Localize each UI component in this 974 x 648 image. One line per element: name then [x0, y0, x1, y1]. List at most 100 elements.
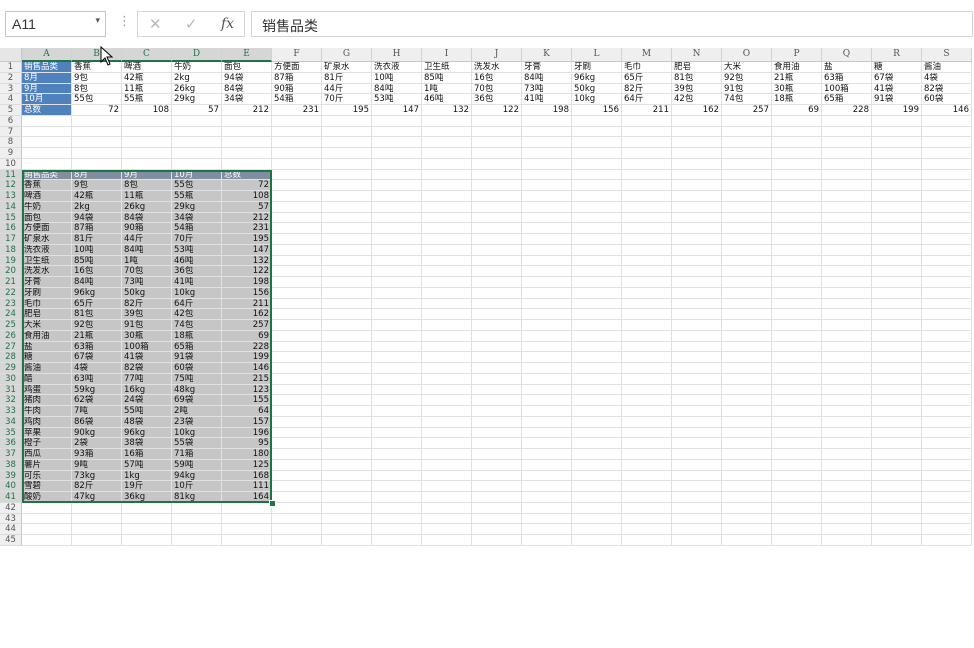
empty-cell[interactable]	[272, 395, 322, 406]
empty-cell[interactable]	[572, 191, 622, 202]
empty-cell[interactable]	[522, 406, 572, 417]
empty-cell[interactable]	[422, 309, 472, 320]
empty-cell[interactable]	[572, 234, 622, 245]
cell-p1[interactable]: 食用油	[772, 62, 822, 73]
empty-cell[interactable]	[822, 459, 872, 471]
empty-cell[interactable]	[472, 255, 522, 267]
cell-f2[interactable]: 87箱	[272, 72, 322, 84]
empty-cell[interactable]	[572, 406, 622, 417]
cell-l1[interactable]: 牙刷	[572, 62, 622, 73]
empty-cell[interactable]	[922, 459, 972, 471]
cell-k1[interactable]: 牙膏	[522, 62, 572, 73]
cell-c37[interactable]: 16箱	[122, 449, 172, 460]
empty-cell[interactable]	[522, 438, 572, 449]
empty-cell[interactable]	[772, 513, 822, 525]
empty-cell[interactable]	[672, 373, 722, 385]
empty-cell[interactable]	[122, 148, 172, 159]
empty-cell[interactable]	[722, 158, 772, 170]
empty-cell[interactable]	[572, 513, 622, 525]
empty-cell[interactable]	[272, 126, 322, 138]
empty-cell[interactable]	[272, 115, 322, 127]
empty-cell[interactable]	[822, 330, 872, 342]
empty-cell[interactable]	[272, 234, 322, 245]
row-header-21[interactable]: 21	[0, 277, 22, 288]
cell-k3[interactable]: 73吨	[522, 83, 572, 95]
empty-cell[interactable]	[672, 309, 722, 320]
cell-d28[interactable]: 91袋	[172, 352, 222, 363]
cell-d13[interactable]: 55瓶	[172, 191, 222, 202]
cell-a35[interactable]: 苹果	[22, 427, 72, 439]
empty-cell[interactable]	[572, 395, 622, 406]
empty-cell[interactable]	[522, 459, 572, 471]
empty-cell[interactable]	[672, 492, 722, 503]
row-header-41[interactable]: 41	[0, 492, 22, 503]
empty-cell[interactable]	[372, 341, 422, 353]
empty-cell[interactable]	[822, 470, 872, 482]
empty-cell[interactable]	[622, 169, 672, 181]
empty-cell[interactable]	[672, 470, 722, 482]
empty-cell[interactable]	[672, 502, 722, 514]
empty-cell[interactable]	[222, 148, 272, 159]
empty-cell[interactable]	[772, 352, 822, 363]
cancel-icon[interactable]: ✕	[149, 15, 162, 33]
empty-cell[interactable]	[572, 115, 622, 127]
empty-cell[interactable]	[772, 492, 822, 503]
empty-cell[interactable]	[372, 169, 422, 181]
cell-b17[interactable]: 81斤	[72, 234, 122, 245]
empty-cell[interactable]	[922, 406, 972, 417]
empty-cell[interactable]	[822, 341, 872, 353]
empty-cell[interactable]	[372, 438, 422, 449]
empty-cell[interactable]	[772, 244, 822, 256]
empty-cell[interactable]	[622, 201, 672, 213]
empty-cell[interactable]	[622, 427, 672, 439]
empty-cell[interactable]	[372, 137, 422, 148]
empty-cell[interactable]	[372, 201, 422, 213]
empty-cell[interactable]	[622, 416, 672, 428]
empty-cell[interactable]	[722, 406, 772, 417]
cell-e24[interactable]: 162	[222, 309, 272, 320]
empty-cell[interactable]	[822, 223, 872, 234]
empty-cell[interactable]	[672, 158, 722, 170]
empty-cell[interactable]	[572, 492, 622, 503]
empty-cell[interactable]	[422, 277, 472, 288]
empty-cell[interactable]	[522, 416, 572, 428]
cell-e16[interactable]: 231	[222, 223, 272, 234]
row-header-14[interactable]: 14	[0, 201, 22, 213]
empty-cell[interactable]	[522, 180, 572, 191]
empty-cell[interactable]	[472, 406, 522, 417]
row-header-27[interactable]: 27	[0, 341, 22, 353]
empty-cell[interactable]	[322, 158, 372, 170]
column-header-i[interactable]: I	[422, 48, 472, 62]
cell-d25[interactable]: 74包	[172, 320, 222, 331]
empty-cell[interactable]	[722, 449, 772, 460]
empty-cell[interactable]	[622, 137, 672, 148]
column-header-a[interactable]: A	[22, 48, 72, 62]
empty-cell[interactable]	[822, 180, 872, 191]
cell-r3[interactable]: 41袋	[872, 83, 922, 95]
empty-cell[interactable]	[622, 363, 672, 374]
cell-a18[interactable]: 洗衣液	[22, 244, 72, 256]
empty-cell[interactable]	[472, 148, 522, 159]
empty-cell[interactable]	[522, 244, 572, 256]
empty-cell[interactable]	[672, 363, 722, 374]
empty-cell[interactable]	[872, 363, 922, 374]
empty-cell[interactable]	[722, 513, 772, 525]
empty-cell[interactable]	[422, 180, 472, 191]
empty-cell[interactable]	[522, 341, 572, 353]
empty-cell[interactable]	[622, 449, 672, 460]
cell-b26[interactable]: 21瓶	[72, 330, 122, 342]
empty-cell[interactable]	[822, 137, 872, 148]
cell-d22[interactable]: 10kg	[172, 287, 222, 299]
empty-cell[interactable]	[622, 438, 672, 449]
empty-cell[interactable]	[672, 169, 722, 181]
cell-a3[interactable]: 9月	[22, 83, 72, 95]
empty-cell[interactable]	[422, 406, 472, 417]
empty-cell[interactable]	[872, 406, 922, 417]
cell-b11[interactable]: 8月	[72, 169, 122, 181]
empty-cell[interactable]	[372, 158, 422, 170]
empty-cell[interactable]	[272, 535, 322, 546]
empty-cell[interactable]	[422, 330, 472, 342]
row-header-45[interactable]: 45	[0, 535, 22, 546]
row-header-29[interactable]: 29	[0, 363, 22, 374]
cell-e38[interactable]: 125	[222, 459, 272, 471]
